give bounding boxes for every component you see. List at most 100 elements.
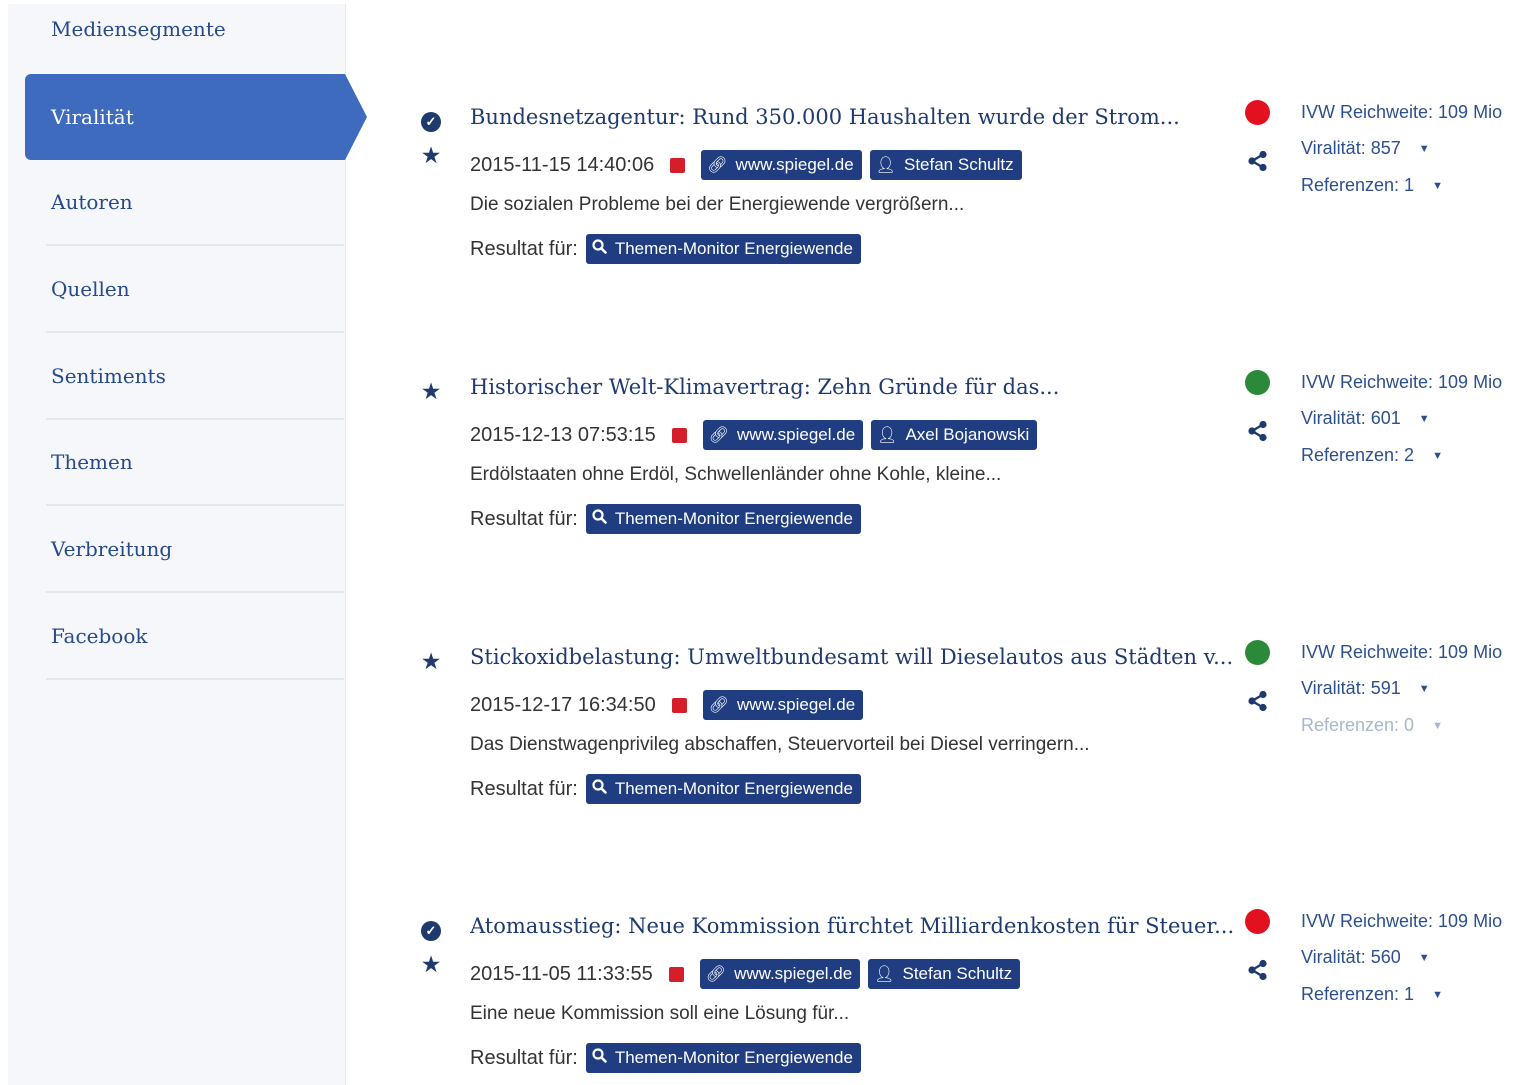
share-icon[interactable] (1247, 150, 1269, 172)
status-dot (1245, 909, 1270, 934)
result-badge[interactable]: Themen-Monitor Energiewende (585, 234, 861, 264)
sidebar-item-sentiments[interactable]: Sentiments (46, 334, 344, 420)
article-card: ✓ ★ Bundesnetzagentur: Rund 350.000 Haus… (415, 100, 1521, 300)
share-icon[interactable] (1247, 420, 1269, 442)
user-icon: 👤︎ (877, 427, 898, 444)
user-icon: 👤︎ (875, 157, 896, 174)
result-badge[interactable]: Themen-Monitor Energiewende (585, 1043, 861, 1073)
article-title[interactable]: Bundesnetzagentur: Rund 350.000 Haushalt… (470, 100, 1240, 134)
references-label: Referenzen: 1 (1301, 984, 1415, 1004)
reach-stat: IVW Reichweite: 109 Mio (1301, 372, 1502, 393)
caret-down-icon: ▼ (1432, 179, 1443, 192)
check-circle-icon[interactable]: ✓ (421, 112, 441, 132)
result-label: Resultat für: (470, 1046, 578, 1069)
star-icon[interactable]: ★ (420, 650, 442, 673)
references-dropdown[interactable]: Referenzen: 1 ▼ (1301, 175, 1443, 196)
star-icon[interactable]: ★ (420, 953, 442, 976)
article-date: 2015-12-13 07:53:15 (470, 423, 656, 446)
sidebar-item-quellen[interactable]: Quellen (46, 247, 344, 333)
virality-label: Viralität: 560 (1301, 947, 1401, 967)
result-label: Resultat für: (470, 777, 578, 800)
sidebar-item-themen[interactable]: Themen (46, 420, 344, 506)
search-icon (592, 779, 607, 799)
sidebar-item-label: Sentiments (51, 364, 166, 388)
status-dot (1245, 370, 1270, 395)
search-icon (592, 239, 607, 259)
source-badge[interactable]: 🔗︎ www.spiegel.de (699, 959, 861, 989)
caret-down-icon: ▼ (1432, 449, 1443, 462)
sidebar-item-mediensegmente[interactable]: Mediensegmente (46, 0, 344, 64)
source-badge[interactable]: 🔗︎ www.spiegel.de (702, 690, 864, 720)
link-icon: 🔗︎ (708, 427, 730, 444)
source-badge-label: www.spiegel.de (735, 155, 854, 174)
share-icon[interactable] (1247, 959, 1269, 981)
check-circle-icon[interactable]: ✓ (421, 921, 441, 941)
result-badge-label: Themen-Monitor Energiewende (614, 239, 853, 258)
author-badge[interactable]: 👤︎ Axel Bojanowski (871, 420, 1038, 450)
references-dropdown[interactable]: Referenzen: 2 ▼ (1301, 445, 1443, 466)
source-badge-label: www.spiegel.de (737, 695, 856, 714)
sidebar-item-label: Quellen (51, 277, 130, 301)
author-badge[interactable]: 👤︎ Stefan Schultz (868, 959, 1021, 989)
article-card: ★ Historischer Welt-Klimavertrag: Zehn G… (415, 370, 1521, 570)
article-meta: 2015-12-13 07:53:15 🔗︎ www.spiegel.de 👤︎ A… (470, 420, 1045, 450)
reach-label: IVW Reichweite: 109 Mio (1301, 911, 1503, 931)
star-icon[interactable]: ★ (420, 144, 442, 167)
result-row: Resultat für: Themen-Monitor Energiewend… (470, 504, 869, 534)
article-card: ★ Stickoxidbelastung: Umweltbundesamt wi… (415, 640, 1521, 840)
references-dropdown[interactable]: Referenzen: 1 ▼ (1301, 984, 1443, 1005)
caret-down-icon: ▼ (1418, 412, 1430, 425)
sidebar-item-facebook[interactable]: Facebook (46, 594, 344, 680)
result-row: Resultat für: Themen-Monitor Energiewend… (470, 234, 869, 264)
article-title[interactable]: Historischer Welt-Klimavertrag: Zehn Grü… (470, 370, 1240, 404)
sidebar-item-label: Verbreitung (51, 537, 173, 561)
result-badge-label: Themen-Monitor Energiewende (614, 509, 853, 528)
virality-dropdown[interactable]: Viralität: 601 ▼ (1301, 408, 1430, 429)
virality-dropdown[interactable]: Viralität: 560 ▼ (1301, 947, 1430, 968)
source-flag-icon (671, 697, 687, 713)
article-date: 2015-11-05 11:33:55 (470, 962, 653, 985)
star-icon[interactable]: ★ (420, 380, 442, 403)
caret-down-icon: ▼ (1432, 988, 1443, 1001)
article-description: Eine neue Kommission soll eine Lösung fü… (470, 1003, 850, 1024)
source-badge[interactable]: 🔗︎ www.spiegel.de (701, 150, 862, 180)
sidebar-item-label: Mediensegmente (51, 17, 226, 41)
reach-stat: IVW Reichweite: 109 Mio (1301, 642, 1502, 663)
sidebar: Mediensegmente Viralität Autoren Quellen… (8, 4, 367, 1085)
article-description: Die sozialen Probleme bei der Energiewen… (470, 194, 965, 215)
search-icon (592, 509, 607, 529)
article-date: 2015-12-17 16:34:50 (470, 693, 656, 716)
reach-label: IVW Reichweite: 109 Mio (1301, 102, 1503, 122)
source-flag-icon (670, 157, 686, 173)
references-dropdown[interactable]: Referenzen: 0 ▼ (1301, 715, 1443, 736)
sidebar-item-label: Autoren (51, 190, 133, 214)
source-badge[interactable]: 🔗︎ www.spiegel.de (702, 420, 864, 450)
sidebar-item-viralitaet[interactable]: Viralität (25, 74, 367, 160)
link-icon: 🔗︎ (705, 966, 727, 983)
article-title[interactable]: Atomausstieg: Neue Kommission fürchtet M… (470, 909, 1240, 943)
sidebar-item-verbreitung[interactable]: Verbreitung (46, 507, 344, 593)
virality-dropdown[interactable]: Viralität: 857 ▼ (1301, 138, 1430, 159)
status-dot (1245, 640, 1270, 665)
author-badge[interactable]: 👤︎ Stefan Schultz (869, 150, 1022, 180)
references-label: Referenzen: 0 (1301, 715, 1415, 735)
result-badge-label: Themen-Monitor Energiewende (614, 1048, 853, 1067)
result-badge[interactable]: Themen-Monitor Energiewende (585, 504, 861, 534)
link-icon: 🔗︎ (708, 697, 730, 714)
sidebar-item-autoren[interactable]: Autoren (46, 160, 344, 246)
author-badge-label: Stefan Schultz (902, 964, 1013, 983)
reach-label: IVW Reichweite: 109 Mio (1301, 372, 1503, 392)
share-icon[interactable] (1247, 690, 1269, 712)
author-badge-label: Axel Bojanowski (905, 425, 1030, 444)
article-meta: 2015-11-05 11:33:55 🔗︎ www.spiegel.de 👤︎ S… (470, 959, 1028, 989)
references-label: Referenzen: 2 (1301, 445, 1415, 465)
result-label: Resultat für: (470, 507, 578, 530)
article-description: Erdölstaaten ohne Erdöl, Schwellenländer… (470, 464, 1002, 485)
sidebar-item-label: Viralität (51, 105, 134, 129)
user-icon: 👤︎ (874, 966, 895, 983)
source-flag-icon (668, 966, 684, 982)
result-badge[interactable]: Themen-Monitor Energiewende (585, 774, 861, 804)
source-flag-icon (671, 427, 687, 443)
virality-dropdown[interactable]: Viralität: 591 ▼ (1301, 678, 1430, 699)
article-title[interactable]: Stickoxidbelastung: Umweltbundesamt will… (470, 640, 1240, 674)
